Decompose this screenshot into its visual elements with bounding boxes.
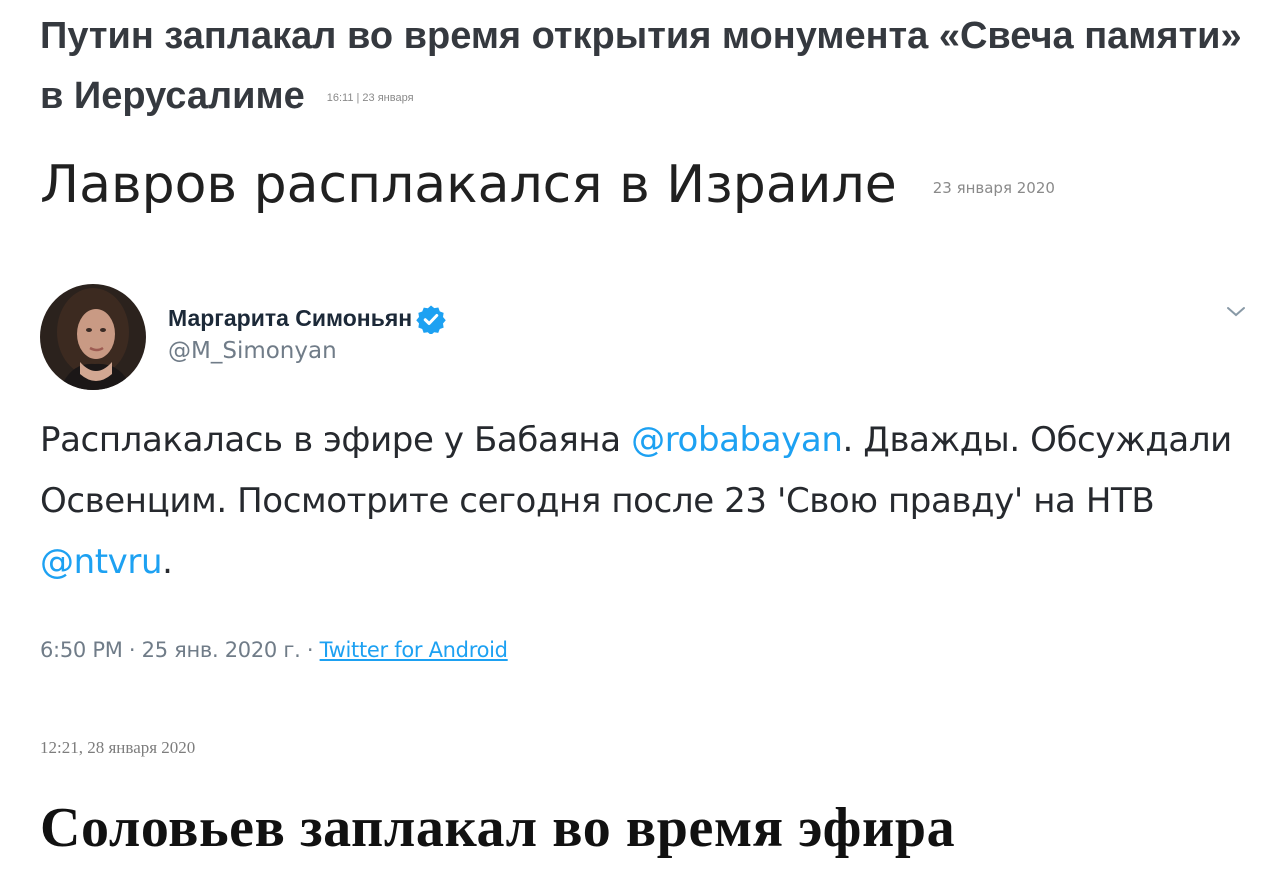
author-handle[interactable]: @M_Simonyan	[168, 338, 337, 364]
story-2: Лавров расплакался в Израиле 23 января 20…	[40, 150, 1055, 223]
tweet-text-part3: .	[162, 542, 173, 582]
tweet-text-part1: Расплакалась в эфире у Бабаяна	[40, 420, 632, 460]
story-1-title[interactable]: Путин заплакал во время открытия монумен…	[40, 15, 1242, 117]
tweet-meta: 6:50 PM · 25 янв. 2020 г. · Twitter for …	[40, 638, 508, 662]
tweet-time[interactable]: 6:50 PM · 25 янв. 2020 г. ·	[40, 638, 320, 662]
story-2-date: 23 января 2020	[932, 179, 1055, 197]
tweet-card: Маргарита Симоньян @M_Simonyan Расплакал…	[40, 282, 1260, 682]
avatar-image	[40, 284, 146, 390]
story-3-timestamp: 12:21, 28 января 2020	[40, 738, 196, 757]
tweet-source-link[interactable]: Twitter for Android	[320, 638, 508, 662]
story-1-meta: 16:11 | 23 января	[326, 91, 414, 104]
tweet-text: Расплакалась в эфире у Бабаяна @robabaya…	[40, 410, 1260, 593]
mention-robabayan[interactable]: @robabayan	[631, 420, 843, 460]
chevron-down-icon[interactable]	[1224, 304, 1248, 320]
verified-badge-icon	[416, 305, 446, 334]
author-name[interactable]: Маргарита Симоньян	[168, 304, 446, 334]
author-name-text: Маргарита Симоньян	[168, 305, 413, 331]
story-3-title[interactable]: Соловьев заплакал во время эфира	[40, 788, 955, 868]
story-2-title[interactable]: Лавров расплакался в Израиле	[40, 155, 897, 215]
story-1: Путин заплакал во время открытия монумен…	[40, 6, 1260, 128]
mention-ntvru[interactable]: @ntvru	[40, 542, 163, 582]
avatar[interactable]	[40, 284, 146, 390]
